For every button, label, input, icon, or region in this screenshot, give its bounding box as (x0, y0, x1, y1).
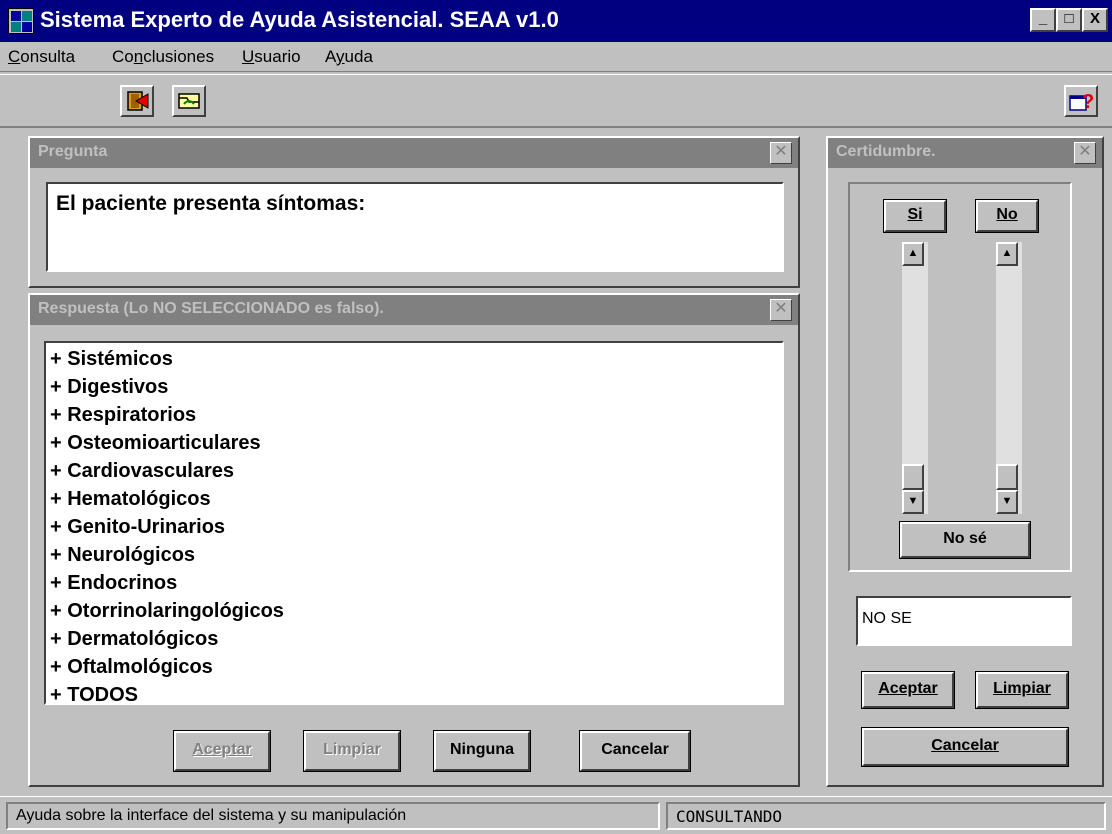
menu-conclusiones[interactable]: Conclusiones (112, 47, 214, 67)
status-bar: Ayuda sobre la interface del sistema y s… (0, 796, 1112, 834)
pregunta-close-button[interactable]: ✕ (770, 142, 792, 164)
pregunta-box: El paciente presenta síntomas: (46, 182, 784, 272)
menu-consulta[interactable]: Consulta (8, 47, 75, 67)
answer-option[interactable]: + Dermatológicos (50, 625, 778, 653)
app-icon[interactable] (8, 8, 34, 34)
certidumbre-title: Certidumbre. (836, 143, 936, 160)
answer-option[interactable]: + Cardiovasculares (50, 457, 778, 485)
certidumbre-limpiar-label: Limpiar (993, 680, 1051, 697)
certidumbre-frame: Si No ▲ ▼ ▲ ▼ No sé (848, 182, 1072, 572)
si-scroll-down-arrow[interactable]: ▼ (902, 490, 924, 514)
no-scrollbar[interactable]: ▲ ▼ (996, 242, 1022, 514)
window-title: Sistema Experto de Ayuda Asistencial. SE… (40, 7, 559, 32)
help-icon: ? (1069, 91, 1094, 113)
minimize-button[interactable]: _ (1030, 8, 1056, 32)
si-scroll-up-arrow[interactable]: ▲ (902, 242, 924, 266)
exit-button[interactable] (120, 85, 154, 117)
certidumbre-close-button[interactable]: ✕ (1074, 142, 1096, 164)
no-label: No (996, 206, 1018, 223)
close-button[interactable]: X (1082, 8, 1108, 32)
respuesta-cancelar-label: Cancelar (601, 741, 669, 758)
open-folder-icon (178, 93, 200, 109)
answer-option[interactable]: + Neurológicos (50, 541, 778, 569)
ninguna-label: Ninguna (450, 741, 514, 758)
respuesta-limpiar-label: Limpiar (323, 741, 381, 758)
title-bar: Sistema Experto de Ayuda Asistencial. SE… (0, 0, 1112, 42)
exit-icon (127, 91, 149, 111)
certidumbre-header: Certidumbre. ✕ (828, 138, 1102, 168)
answer-option[interactable]: + Endocrinos (50, 569, 778, 597)
open-button[interactable] (172, 85, 206, 117)
pregunta-panel: Pregunta ✕ El paciente presenta síntomas… (28, 136, 800, 288)
menu-usuario[interactable]: Usuario (242, 47, 301, 67)
respuesta-panel: Respuesta (Lo NO SELECCIONADO es falso).… (28, 293, 800, 787)
answer-option[interactable]: + Oftalmológicos (50, 653, 778, 681)
certidumbre-panel: Certidumbre. ✕ Si No ▲ ▼ ▲ ▼ No sé NO SE… (826, 136, 1104, 787)
menu-ayuda[interactable]: Ayuda (325, 47, 373, 67)
respuesta-close-button[interactable]: ✕ (770, 299, 792, 321)
answer-option[interactable]: + Digestivos (50, 373, 778, 401)
answer-option[interactable]: + Genito-Urinarios (50, 513, 778, 541)
si-label: Si (907, 206, 923, 223)
pregunta-title: Pregunta (38, 143, 108, 160)
ninguna-button[interactable]: Ninguna (433, 730, 531, 772)
answer-option[interactable]: + Osteomioarticulares (50, 429, 778, 457)
no-scroll-down-arrow[interactable]: ▼ (996, 490, 1018, 514)
certidumbre-cancelar-button[interactable]: Cancelar (861, 727, 1069, 767)
pregunta-header: Pregunta ✕ (30, 138, 798, 168)
certidumbre-aceptar-label: Aceptar (878, 680, 938, 697)
status-state: CONSULTANDO (666, 802, 1106, 830)
respuesta-cancelar-button[interactable]: Cancelar (579, 730, 691, 772)
respuesta-header: Respuesta (Lo NO SELECCIONADO es falso).… (30, 295, 798, 325)
answer-option[interactable]: + Hematológicos (50, 485, 778, 513)
certidumbre-limpiar-button[interactable]: Limpiar (975, 671, 1069, 709)
respuesta-aceptar-button[interactable]: Aceptar (173, 730, 271, 772)
si-button[interactable]: Si (883, 199, 947, 233)
answer-option[interactable]: + Respiratorios (50, 401, 778, 429)
no-scroll-up-arrow[interactable]: ▲ (996, 242, 1018, 266)
si-scroll-thumb[interactable] (902, 464, 924, 490)
respuesta-title: Respuesta (Lo NO SELECCIONADO es falso). (38, 300, 384, 317)
respuesta-aceptar-label: Aceptar (192, 741, 252, 758)
no-button[interactable]: No (975, 199, 1039, 233)
answer-option[interactable]: + TODOS (50, 681, 778, 709)
certidumbre-aceptar-button[interactable]: Aceptar (861, 671, 955, 709)
menu-bar: Consulta Conclusiones Usuario Ayuda (0, 42, 1112, 72)
answer-option[interactable]: + Sistémicos (50, 345, 778, 373)
nose-button[interactable]: No sé (899, 521, 1031, 559)
certidumbre-value-field[interactable]: NO SE (856, 596, 1072, 646)
answer-list[interactable]: + Sistémicos + Digestivos + Respiratorios +… (44, 341, 784, 706)
si-scrollbar[interactable]: ▲ ▼ (902, 242, 928, 514)
pregunta-text: El paciente presenta síntomas: (56, 192, 366, 215)
toolbar: ? (0, 74, 1112, 128)
answer-option[interactable]: + Otorrinolaringológicos (50, 597, 778, 625)
status-help-text: Ayuda sobre la interface del sistema y s… (6, 802, 660, 830)
help-button[interactable]: ? (1064, 85, 1098, 117)
maximize-button[interactable]: □ (1056, 8, 1082, 32)
svg-text:?: ? (1082, 91, 1094, 113)
no-scroll-thumb[interactable] (996, 464, 1018, 490)
certidumbre-cancelar-label: Cancelar (931, 737, 999, 754)
respuesta-limpiar-button[interactable]: Limpiar (303, 730, 401, 772)
nose-label: No sé (943, 530, 987, 547)
